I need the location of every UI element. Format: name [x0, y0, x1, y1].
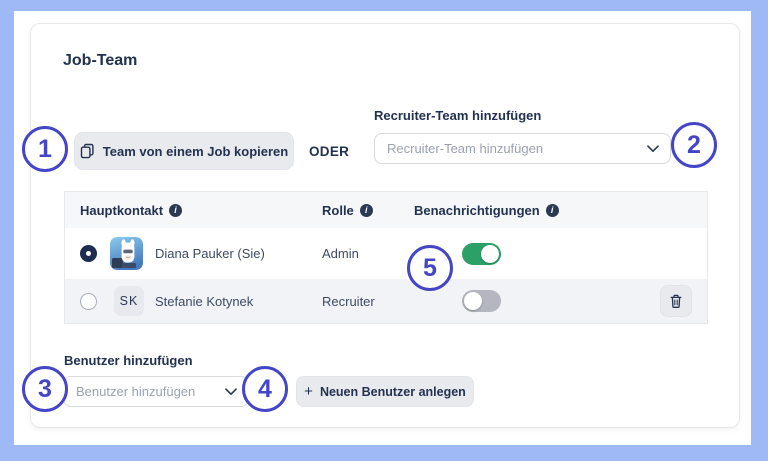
info-icon[interactable]: i: [545, 203, 559, 217]
add-user-label: Benutzer hinzufügen: [64, 353, 193, 368]
copy-team-button[interactable]: Team von einem Job kopieren: [74, 132, 294, 170]
table-row-stefanie: SK Stefanie Kotynek Recruiter: [65, 279, 707, 323]
member-name: Diana Pauker (Sie): [155, 246, 265, 261]
table-header-row: Hauptkontakt i Rolle i Benachrichtigunge…: [65, 192, 707, 228]
member-role: Admin: [322, 246, 359, 261]
callout-1: 1: [22, 126, 68, 172]
header-hauptkontakt: Hauptkontakt i: [80, 203, 322, 218]
main-contact-radio-selected[interactable]: [80, 245, 97, 262]
member-role: Recruiter: [322, 293, 375, 309]
create-user-label: Neuen Benutzer anlegen: [319, 384, 466, 399]
delete-member-button[interactable]: [660, 285, 692, 317]
add-user-placeholder: Benutzer hinzufügen: [76, 384, 196, 399]
plus-icon: +: [304, 383, 313, 400]
trash-icon: [670, 294, 682, 308]
chevron-down-icon: [647, 144, 659, 152]
info-icon[interactable]: i: [359, 203, 373, 217]
member-name: Stefanie Kotynek: [155, 293, 254, 309]
callout-5: 5: [407, 245, 453, 291]
main-contact-radio-unselected[interactable]: [80, 292, 97, 310]
llama-avatar: [110, 237, 143, 270]
recruiter-select-label: Recruiter-Team hinzufügen: [374, 108, 542, 123]
info-icon[interactable]: i: [169, 203, 183, 217]
toggle-knob: [481, 244, 499, 263]
screenshot-frame: Job-Team Team von einem Job kopieren ODE…: [0, 0, 768, 461]
table-row-diana: Diana Pauker (Sie) Admin: [65, 228, 707, 279]
toggle-knob: [464, 292, 482, 310]
callout-3: 3: [22, 366, 68, 412]
copy-icon: [80, 143, 95, 159]
recruiter-select-placeholder: Recruiter-Team hinzufügen: [387, 141, 544, 156]
header-benachrichtigungen: Benachrichtigungen i: [414, 203, 692, 218]
notifications-toggle-off[interactable]: [462, 290, 501, 312]
initials-avatar: SK: [114, 286, 144, 316]
header-rolle: Rolle i: [322, 203, 414, 218]
job-team-card: Job-Team Team von einem Job kopieren ODE…: [30, 23, 740, 428]
job-team-table: Hauptkontakt i Rolle i Benachrichtigunge…: [64, 191, 708, 324]
or-separator-label: ODER: [309, 144, 350, 159]
copy-team-label: Team von einem Job kopieren: [102, 143, 289, 159]
recruiter-team-select[interactable]: Recruiter-Team hinzufügen: [374, 133, 671, 164]
create-new-user-button[interactable]: + Neuen Benutzer anlegen: [296, 376, 474, 407]
chevron-down-icon: [225, 387, 237, 395]
page-title: Job-Team: [63, 52, 138, 69]
callout-4: 4: [242, 366, 288, 412]
add-user-select[interactable]: Benutzer hinzufügen: [63, 376, 249, 407]
page-background: Job-Team Team von einem Job kopieren ODE…: [14, 11, 751, 445]
notifications-toggle-on[interactable]: [462, 242, 501, 265]
callout-2: 2: [671, 122, 717, 168]
